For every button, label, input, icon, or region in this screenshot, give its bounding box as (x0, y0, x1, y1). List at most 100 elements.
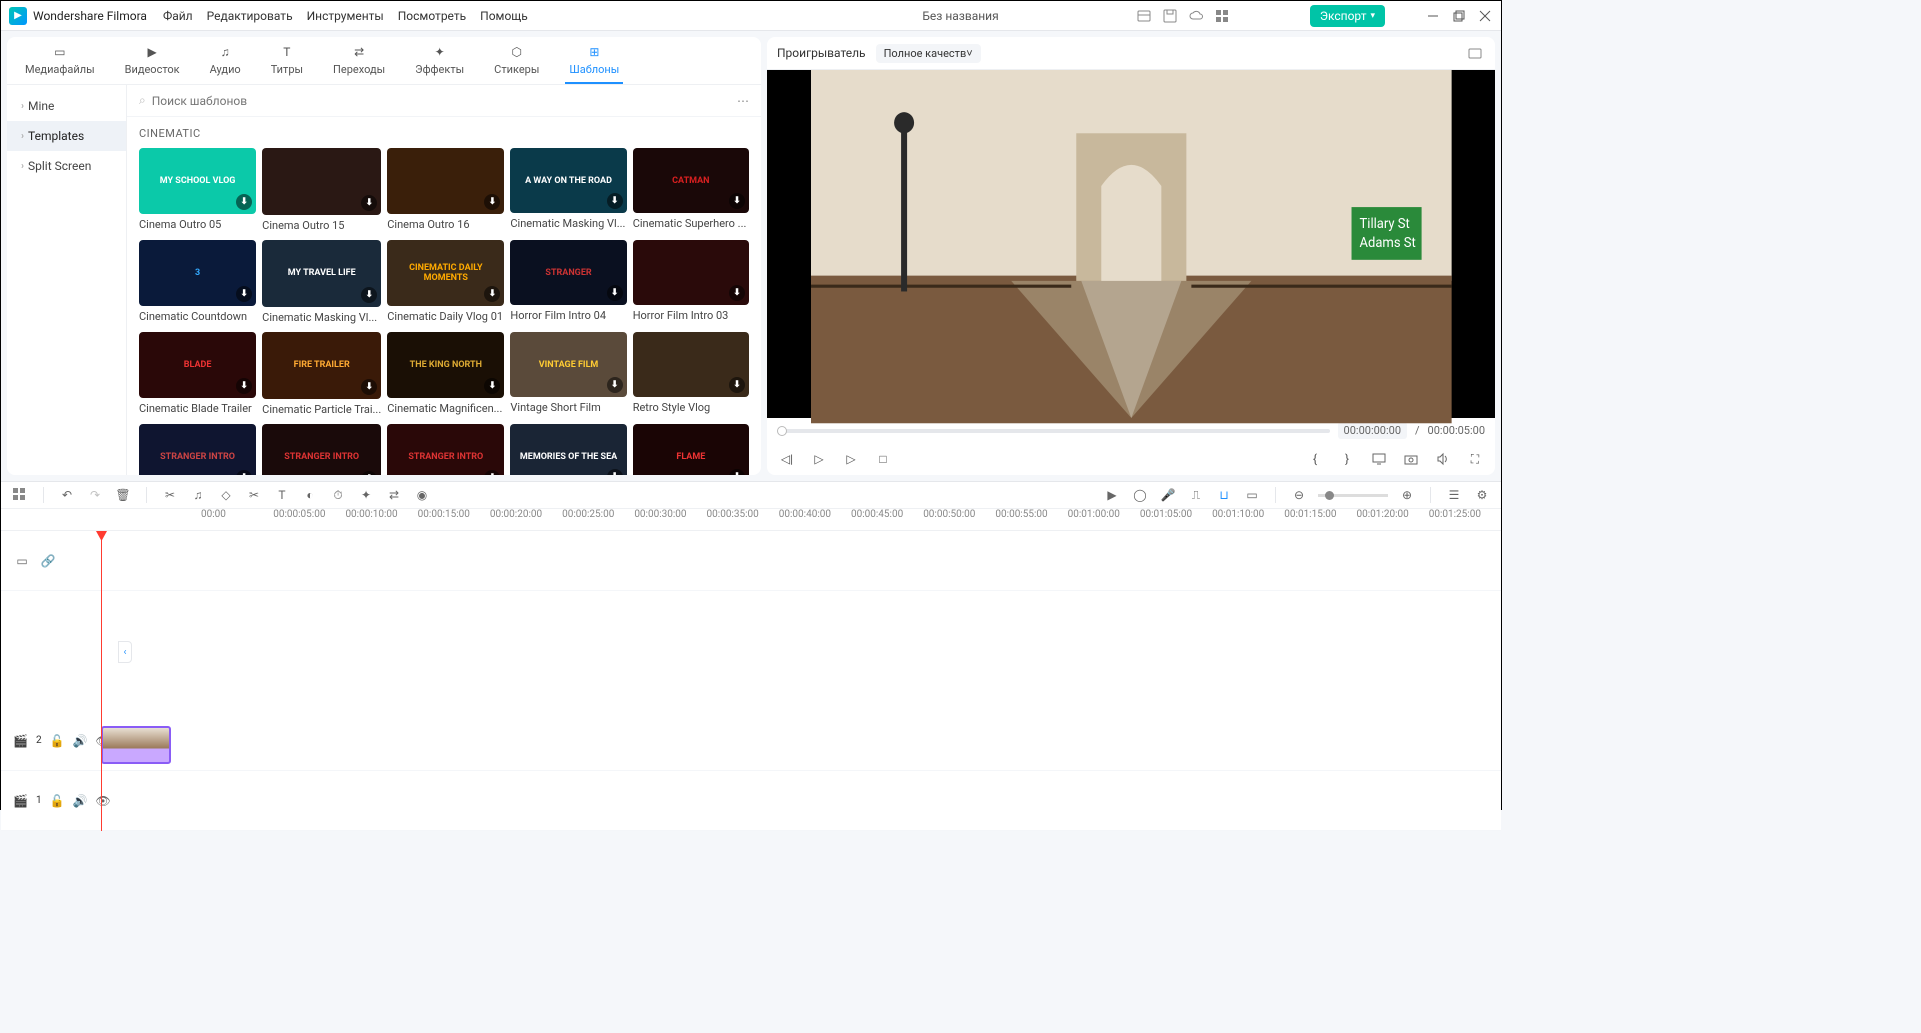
menu-help[interactable]: Помощь (480, 9, 528, 23)
download-icon[interactable]: ⬇ (484, 378, 500, 394)
apps-icon[interactable] (1214, 8, 1230, 24)
stop-button[interactable]: □ (873, 449, 893, 469)
download-icon[interactable]: ⬇ (361, 195, 377, 211)
next-button[interactable]: ▷ (841, 449, 861, 469)
magnet-icon[interactable]: ⊔ (1215, 486, 1233, 504)
template-card[interactable]: THE KING NORTH⬇Cinematic Magnificen... (387, 332, 504, 416)
template-card[interactable]: ⬇Cinema Outro 15 (262, 148, 381, 232)
download-icon[interactable]: ⬇ (236, 194, 252, 210)
track-manage-icon[interactable]: ▭ (13, 552, 31, 570)
maximize-button[interactable] (1451, 8, 1467, 24)
download-icon[interactable]: ⬇ (484, 194, 500, 210)
link-icon[interactable]: ▭ (1243, 486, 1261, 504)
lock-icon[interactable]: 🔓 (50, 732, 65, 750)
timeline-clip[interactable] (101, 726, 171, 764)
minimize-button[interactable] (1425, 8, 1441, 24)
play-button[interactable]: ▷ (809, 449, 829, 469)
template-card[interactable]: MY SCHOOL VLOG⬇Cinema Outro 05 (139, 148, 256, 232)
close-button[interactable] (1477, 8, 1493, 24)
search-input[interactable] (152, 94, 737, 108)
template-card[interactable]: VINTAGE FILM⬇Vintage Short Film (510, 332, 626, 416)
template-card[interactable]: ⬇Horror Film Intro 03 (633, 240, 749, 324)
download-icon[interactable]: ⬇ (729, 193, 745, 209)
template-card[interactable]: ⬇Cinema Outro 16 (387, 148, 504, 232)
sidebar-item-templates[interactable]: ›Templates (7, 121, 126, 151)
download-icon[interactable]: ⬇ (729, 377, 745, 393)
download-icon[interactable]: ⬇ (607, 193, 623, 209)
zoom-out-button[interactable]: ⊖ (1290, 486, 1308, 504)
video-track-2[interactable]: 🎬2 🔓 🔊 👁 (1, 711, 1501, 771)
video-preview[interactable]: Tillary St Adams St (767, 70, 1495, 418)
seek-bar[interactable] (777, 429, 1330, 433)
zoom-slider[interactable] (1318, 494, 1388, 497)
download-icon[interactable]: ⬇ (484, 470, 500, 475)
shield-icon[interactable]: ◯ (1131, 486, 1149, 504)
menu-edit[interactable]: Редактировать (207, 9, 293, 23)
menu-tools[interactable]: Инструменты (307, 9, 384, 23)
visibility-icon[interactable]: 👁 (95, 792, 110, 810)
mute-icon[interactable]: 🔊 (73, 732, 88, 750)
text-button[interactable]: T (273, 486, 291, 504)
mixer-icon[interactable]: ⎍ (1187, 486, 1205, 504)
speed-button[interactable]: ⏱ (329, 486, 347, 504)
download-icon[interactable]: ⬇ (236, 286, 252, 302)
template-card[interactable]: FIRE TRAILER⬇Cinematic Particle Trai... (262, 332, 381, 416)
tab-переходы[interactable]: ⇄Переходы (329, 43, 389, 84)
template-card[interactable]: STRANGER INTRO⬇Horror Film Intro 02 (139, 424, 256, 475)
download-icon[interactable]: ⬇ (607, 285, 623, 301)
sidebar-item-mine[interactable]: ›Mine (7, 91, 126, 121)
sidebar-item-split-screen[interactable]: ›Split Screen (7, 151, 126, 181)
prev-frame-button[interactable]: ◁| (777, 449, 797, 469)
delete-button[interactable]: 🗑 (114, 486, 132, 504)
crop-button[interactable]: ✂ (245, 486, 263, 504)
settings-icon[interactable]: ⚙ (1473, 486, 1491, 504)
zoom-in-button[interactable]: ⊕ (1398, 486, 1416, 504)
more-icon[interactable]: ⋯ (737, 94, 749, 108)
template-card[interactable]: BLADE⬇Cinematic Blade Trailer (139, 332, 256, 416)
tab-видеосток[interactable]: ▶Видеосток (121, 43, 184, 84)
lock-icon[interactable]: 🔓 (50, 792, 65, 810)
download-icon[interactable]: ⬇ (607, 469, 623, 475)
adjust-icon[interactable]: ⇄ (385, 486, 403, 504)
template-card[interactable]: STRANGER INTRO⬇Horror Film Intro 05 (262, 424, 381, 475)
playhead[interactable] (101, 531, 102, 831)
cut-button[interactable]: ✂ (161, 486, 179, 504)
music-icon[interactable]: ♫ (189, 486, 207, 504)
undo-button[interactable]: ↶ (58, 486, 76, 504)
display-icon[interactable] (1369, 449, 1389, 469)
marker-icon[interactable]: ▶ (1103, 486, 1121, 504)
list-view-icon[interactable]: ☰ (1445, 486, 1463, 504)
menu-view[interactable]: Посмотреть (398, 9, 466, 23)
template-card[interactable]: CINEMATIC DAILY MOMENTS⬇Cinematic Daily … (387, 240, 504, 324)
export-button[interactable]: Экспорт▾ (1310, 5, 1385, 27)
template-card[interactable]: ⬇Retro Style Vlog (633, 332, 749, 416)
download-icon[interactable]: ⬇ (236, 470, 252, 475)
effects-icon[interactable]: ✦ (357, 486, 375, 504)
menu-file[interactable]: Файл (163, 9, 193, 23)
template-card[interactable]: FLAME⬇Cinematic Flame Trail... (633, 424, 749, 475)
save-icon[interactable] (1162, 8, 1178, 24)
tab-эффекты[interactable]: ✦Эффекты (411, 43, 468, 84)
template-card[interactable]: CATMAN⬇Cinematic Superhero ... (633, 148, 749, 232)
timeline-tracks[interactable]: ▭ 🔗 🎬2 🔓 🔊 👁 🎬1 🔓 🔊 👁 (1, 531, 1501, 831)
tab-шаблоны[interactable]: ⊞Шаблоны (565, 43, 623, 84)
cloud-icon[interactable] (1188, 8, 1204, 24)
apps-icon[interactable] (11, 486, 29, 504)
camera-icon[interactable] (1401, 449, 1421, 469)
tab-медиафайлы[interactable]: ▭Медиафайлы (21, 43, 99, 84)
download-icon[interactable]: ⬇ (361, 379, 377, 395)
template-card[interactable]: 3⬇Cinematic Countdown (139, 240, 256, 324)
redo-button[interactable]: ↷ (86, 486, 104, 504)
mute-icon[interactable]: 🔊 (73, 792, 88, 810)
track-link-icon[interactable]: 🔗 (39, 552, 57, 570)
color-icon[interactable]: ◐ (301, 486, 319, 504)
keyframe-icon[interactable]: ◉ (413, 486, 431, 504)
brace-open-icon[interactable]: { (1305, 449, 1325, 469)
download-icon[interactable]: ⬇ (361, 287, 377, 303)
volume-icon[interactable] (1433, 449, 1453, 469)
fullscreen-icon[interactable]: ⛶ (1465, 449, 1485, 469)
video-track-1[interactable]: 🎬1 🔓 🔊 👁 (1, 771, 1501, 831)
template-card[interactable]: STRANGER⬇Horror Film Intro 04 (510, 240, 626, 324)
download-icon[interactable]: ⬇ (729, 285, 745, 301)
template-card[interactable]: A WAY ON THE ROAD⬇Cinematic Masking Vl..… (510, 148, 626, 232)
